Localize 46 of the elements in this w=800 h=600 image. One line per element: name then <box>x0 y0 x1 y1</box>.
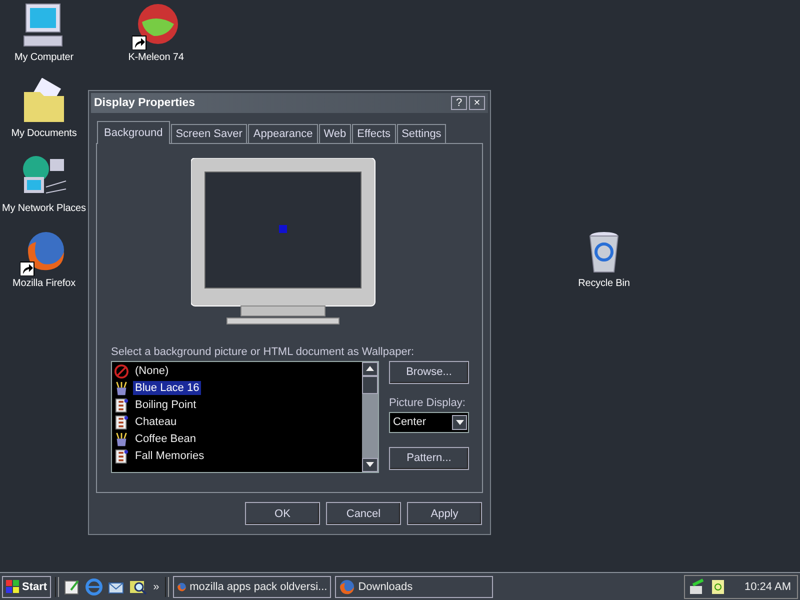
paint-cup-icon <box>114 380 129 396</box>
wallpaper-item[interactable]: Coffee Bean <box>114 430 360 448</box>
desktop-icon-label[interactable]: My Computer <box>14 52 74 63</box>
scroll-up-icon[interactable] <box>366 366 374 372</box>
tab[interactable]: Background <box>97 120 170 144</box>
dropdown-arrow-icon <box>456 420 464 425</box>
start-button[interactable]: Start <box>2 576 52 598</box>
desktop-icon-label[interactable]: K-Meleon 74 <box>128 52 184 63</box>
wallpaper-item[interactable]: Blue Lace 16 <box>114 380 360 397</box>
wallpaper-instruction: Select a background picture or HTML document as Wallpaper: <box>111 346 416 358</box>
wallpaper-item[interactable]: Fall Memories <box>114 448 360 465</box>
window-title: Display Properties <box>94 96 196 109</box>
tab[interactable]: Screen Saver <box>170 124 248 143</box>
desktop-icon-label[interactable]: Mozilla Firefox <box>12 278 76 289</box>
more-button[interactable]: » <box>151 580 162 592</box>
desktop-icon-label[interactable]: My Network Places <box>2 203 86 214</box>
taskbar-button[interactable]: Downloads <box>335 576 494 598</box>
clock: 10:24 AM <box>744 580 791 592</box>
scroll-down-icon[interactable] <box>366 462 374 468</box>
dialog-button[interactable]: OK <box>245 502 320 525</box>
document-icon <box>114 448 129 464</box>
help-button[interactable]: ? <box>451 96 467 110</box>
tab[interactable]: Web <box>318 124 352 143</box>
tab[interactable]: Settings <box>396 124 446 143</box>
picture-display-label: Picture Display: <box>389 396 466 410</box>
wallpaper-item[interactable]: Chateau <box>114 414 360 431</box>
desktop-icon-label[interactable]: Recycle Bin <box>578 278 630 289</box>
dialog-button[interactable]: Cancel <box>326 502 401 525</box>
close-button[interactable]: × <box>469 96 485 110</box>
pattern-button[interactable]: Pattern... <box>389 446 469 470</box>
document-icon <box>114 398 129 413</box>
taskbar-button[interactable]: mozilla apps pack oldversi... <box>173 576 332 598</box>
scroll-thumb[interactable] <box>362 376 378 394</box>
notepad-icon[interactable] <box>63 578 82 596</box>
wallpaper-item[interactable]: (None) <box>114 362 360 380</box>
paint-cup-icon <box>114 432 129 447</box>
picture-display-dropdown[interactable]: Center <box>389 412 469 433</box>
tab[interactable]: Appearance <box>248 124 318 143</box>
document-tray-icon[interactable] <box>710 578 725 596</box>
dialog-button[interactable]: Apply <box>407 502 482 525</box>
desktop-icon-label[interactable]: My Documents <box>11 128 77 139</box>
browse-button[interactable]: Browse... <box>389 360 469 384</box>
tab[interactable]: Effects <box>352 124 396 143</box>
wallpaper-item[interactable]: Boiling Point <box>114 396 360 414</box>
no-entry-icon <box>114 364 129 379</box>
document-icon <box>114 414 129 430</box>
